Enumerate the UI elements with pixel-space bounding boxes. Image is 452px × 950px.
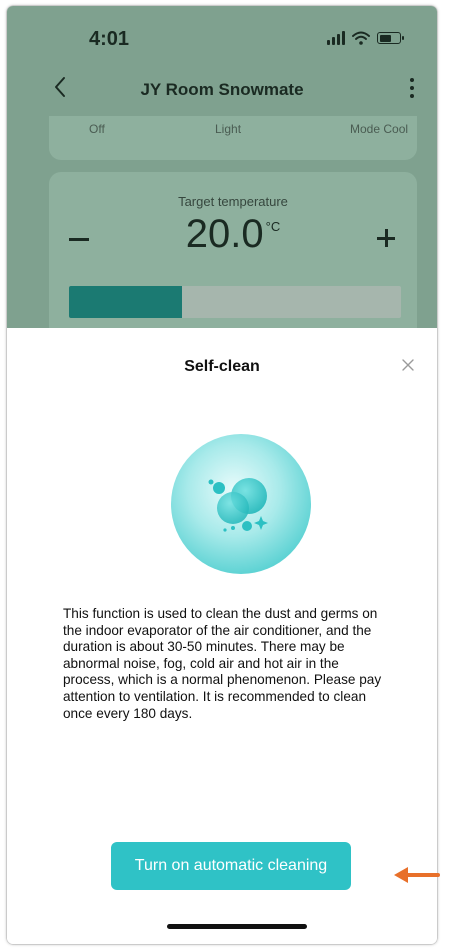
close-icon[interactable] <box>401 358 415 372</box>
signal-icon <box>327 31 345 45</box>
temperature-number: 20.0 <box>185 212 264 256</box>
nav-bar: JY Room Snowmate <box>7 68 437 112</box>
mode-item-light[interactable]: Light <box>215 122 241 136</box>
page-title: JY Room Snowmate <box>140 80 304 99</box>
status-time: 4:01 <box>89 28 130 50</box>
annotation-arrow-icon <box>394 867 440 883</box>
wifi-icon <box>352 31 370 45</box>
phone-screen: 4:01 JY Room Snowmate Off Light Mode Coo… <box>7 6 437 944</box>
dialog-title: Self-clean <box>184 358 260 375</box>
status-icons <box>327 31 404 45</box>
mode-item-cool[interactable]: Mode Cool <box>350 122 408 136</box>
temperature-label: Target temperature <box>178 194 288 209</box>
temperature-slider-fill <box>69 286 182 318</box>
temperature-unit: °C <box>265 219 281 234</box>
temperature-card: Target temperature 20.0 °C <box>49 172 417 332</box>
home-indicator <box>167 924 307 929</box>
temperature-value: 20.0 °C <box>49 212 417 257</box>
background-app-dimmed: 4:01 JY Room Snowmate Off Light Mode Coo… <box>7 6 437 332</box>
status-bar: 4:01 <box>7 6 437 68</box>
temperature-slider[interactable] <box>69 286 401 318</box>
mode-row: Off Light Mode Cool <box>49 116 417 160</box>
turn-on-automatic-cleaning-button[interactable]: Turn on automatic cleaning <box>111 842 351 890</box>
self-clean-dialog: Self-clean This function is used to clea… <box>7 328 437 944</box>
more-vertical-icon[interactable] <box>409 78 415 98</box>
self-clean-bubbles-icon <box>171 434 311 574</box>
increase-temperature-button[interactable] <box>375 226 399 250</box>
dialog-description: This function is used to clean the dust … <box>63 606 382 721</box>
mode-item-off[interactable]: Off <box>89 122 105 136</box>
decrease-temperature-button[interactable] <box>69 238 91 241</box>
battery-icon <box>377 32 404 44</box>
